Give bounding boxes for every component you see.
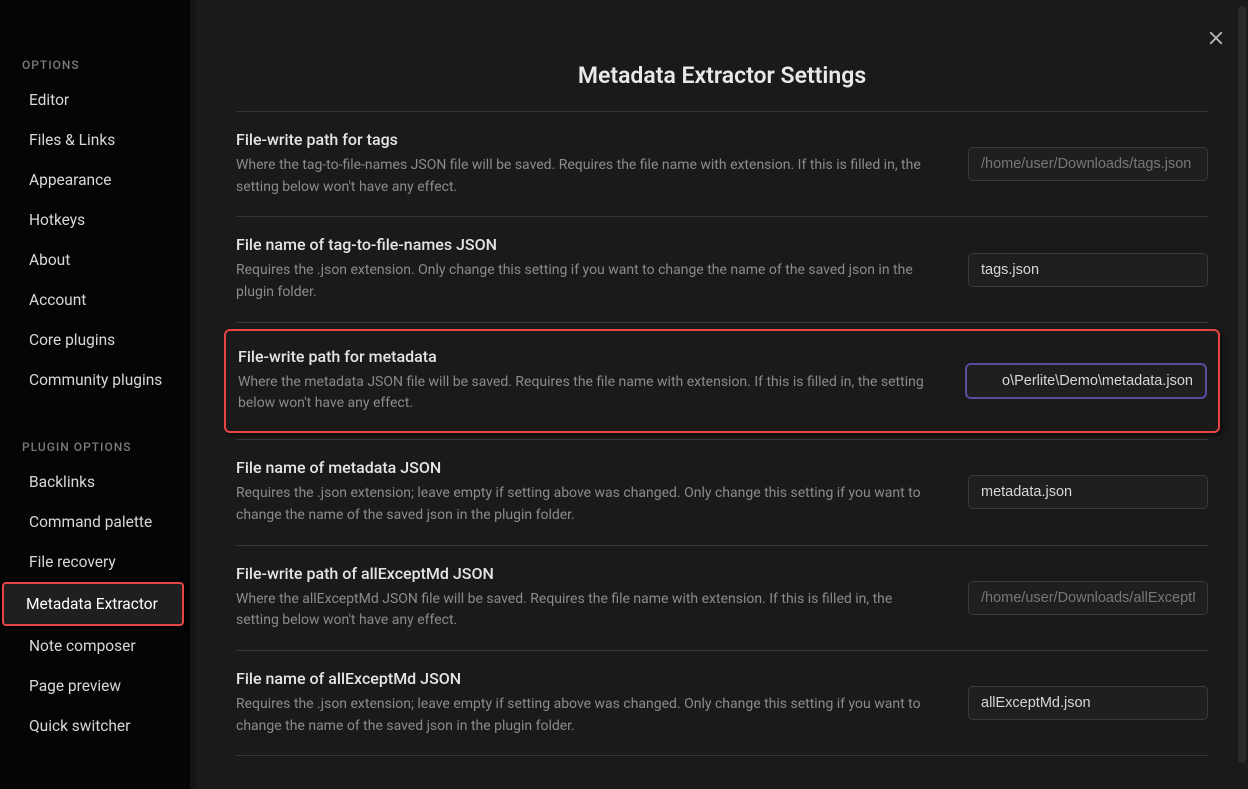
sidebar-item-about[interactable]: About	[0, 240, 190, 280]
setting-row-allexceptmd-name: File name of allExceptMd JSON Requires t…	[236, 651, 1208, 756]
setting-name: File name of tag-to-file-names JSON	[236, 235, 938, 254]
setting-name: File-write path for tags	[236, 130, 938, 149]
metadata-name-input[interactable]	[968, 475, 1208, 509]
setting-desc: Where the allExceptMd JSON file will be …	[236, 589, 936, 632]
sidebar-item-files-links[interactable]: Files & Links	[0, 120, 190, 160]
setting-name: File-write path of allExceptMd JSON	[236, 564, 938, 583]
setting-desc: Requires the .json extension; leave empt…	[236, 483, 936, 526]
sidebar-heading-options: OPTIONS	[0, 50, 190, 80]
sidebar-item-editor[interactable]: Editor	[0, 80, 190, 120]
setting-desc: Requires the .json extension; leave empt…	[236, 694, 936, 737]
setting-desc: Where the tag-to-file-names JSON file wi…	[236, 155, 936, 198]
scrollbar[interactable]	[1238, 6, 1246, 763]
allexceptmd-name-input[interactable]	[968, 686, 1208, 720]
highlighted-setting-metadata-path: File-write path for metadata Where the m…	[224, 329, 1220, 433]
settings-content: Metadata Extractor Settings File-write p…	[196, 0, 1248, 789]
sidebar-item-appearance[interactable]: Appearance	[0, 160, 190, 200]
setting-name: File name of metadata JSON	[236, 458, 938, 477]
setting-row-metadata-name: File name of metadata JSON Requires the …	[236, 440, 1208, 545]
sidebar-item-file-recovery[interactable]: File recovery	[0, 542, 190, 582]
allexceptmd-path-input[interactable]	[968, 581, 1208, 615]
settings-sidebar: OPTIONS Editor Files & Links Appearance …	[0, 0, 190, 789]
sidebar-item-hotkeys[interactable]: Hotkeys	[0, 200, 190, 240]
sidebar-item-core-plugins[interactable]: Core plugins	[0, 320, 190, 360]
tags-name-input[interactable]	[968, 253, 1208, 287]
setting-name: File name of allExceptMd JSON	[236, 669, 938, 688]
setting-desc: Requires the .json extension. Only chang…	[236, 260, 936, 303]
sidebar-item-account[interactable]: Account	[0, 280, 190, 320]
sidebar-item-note-composer[interactable]: Note composer	[0, 626, 190, 666]
setting-row-tags-name: File name of tag-to-file-names JSON Requ…	[236, 217, 1208, 322]
sidebar-item-command-palette[interactable]: Command palette	[0, 502, 190, 542]
sidebar-item-backlinks[interactable]: Backlinks	[0, 462, 190, 502]
sidebar-item-community-plugins[interactable]: Community plugins	[0, 360, 190, 400]
setting-name: File-write path for metadata	[238, 347, 936, 366]
tags-path-input[interactable]	[968, 147, 1208, 181]
close-icon	[1207, 29, 1225, 47]
page-title: Metadata Extractor Settings	[236, 22, 1208, 111]
sidebar-item-quick-switcher[interactable]: Quick switcher	[0, 706, 190, 746]
close-button[interactable]	[1202, 24, 1230, 52]
settings-modal: OPTIONS Editor Files & Links Appearance …	[0, 0, 1248, 789]
setting-desc: Where the metadata JSON file will be sav…	[238, 372, 936, 415]
sidebar-item-metadata-extractor[interactable]: Metadata Extractor	[2, 582, 184, 626]
setting-row-tags-path: File-write path for tags Where the tag-t…	[236, 112, 1208, 217]
metadata-path-input[interactable]	[966, 364, 1206, 398]
sidebar-heading-plugin-options: PLUGIN OPTIONS	[0, 432, 190, 462]
setting-row-allexceptmd-path: File-write path of allExceptMd JSON Wher…	[236, 546, 1208, 651]
sidebar-item-page-preview[interactable]: Page preview	[0, 666, 190, 706]
